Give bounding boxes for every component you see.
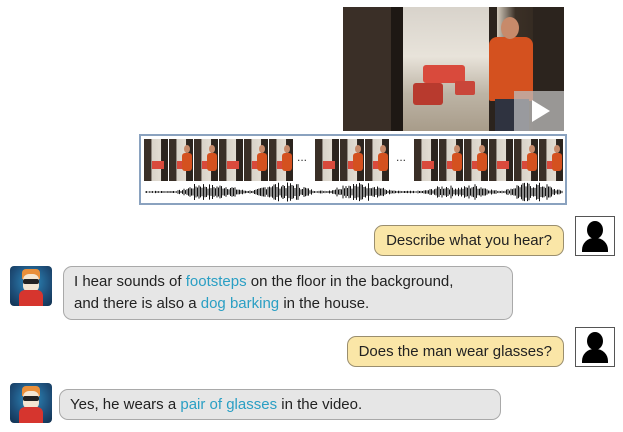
video-frame-thumbnail: [489, 139, 513, 181]
llama-avatar-icon: [10, 266, 52, 306]
frame-group-4: [414, 139, 488, 181]
highlighted-text: footsteps: [185, 273, 247, 290]
assistant-message-line: and there is also a dog barking in the h…: [74, 293, 502, 315]
message-text: in the house.: [279, 295, 370, 312]
video-frame-thumbnail: [269, 139, 293, 181]
highlighted-text: dog barking: [200, 295, 280, 312]
user-message-text: Does the man wear glasses?: [358, 343, 552, 360]
video-frame-thumbnail: [194, 139, 218, 181]
play-icon[interactable]: [514, 91, 564, 131]
scene-chair: [455, 81, 475, 95]
message-text: Yes, he wears a: [70, 396, 181, 413]
assistant-message-bubble: I hear sounds of footsteps on the floor …: [63, 266, 513, 320]
message-text: in the video.: [277, 396, 363, 413]
user-message-bubble: Does the man wear glasses?: [346, 336, 564, 367]
scene-chair: [413, 83, 443, 105]
message-text: on the floor in the background,: [246, 273, 454, 290]
video-frame-thumbnail: [539, 139, 563, 181]
video-frame-thumbnail: [244, 139, 268, 181]
user-message-bubble: Describe what you hear?: [374, 225, 564, 256]
assistant-message-line: I hear sounds of footsteps on the floor …: [74, 271, 502, 293]
assistant-message-bubble: Yes, he wears a pair of glasses in the v…: [59, 389, 501, 420]
video-frame-thumbnail: [169, 139, 193, 181]
frame-group-1: [144, 139, 218, 181]
video-frame-thumbnail: [464, 139, 488, 181]
video-frame-thumbnail: [144, 139, 168, 181]
user-icon: [575, 327, 615, 367]
frame-group-5: [489, 139, 563, 181]
frame-group-3: [315, 139, 389, 181]
llama-avatar-icon: [10, 383, 52, 423]
message-text: I hear sounds of: [74, 273, 186, 290]
highlighted-text: pair of glasses: [180, 396, 278, 413]
frames-ellipsis: ...: [297, 150, 308, 164]
scene-door-edge: [391, 7, 403, 131]
video-frame-thumbnail: [219, 139, 243, 181]
video-frame-thumbnail: [340, 139, 364, 181]
video-frame-thumbnail: [439, 139, 463, 181]
frame-group-2: [219, 139, 293, 181]
message-text: and there is also a: [74, 295, 201, 312]
video-frame-thumbnail: [365, 139, 389, 181]
frames-and-audio-strip: ... ...: [139, 134, 567, 205]
frames-ellipsis: ...: [396, 150, 407, 164]
user-icon: [575, 216, 615, 256]
video-frame-thumbnail: [315, 139, 339, 181]
scene-man-head: [501, 17, 519, 39]
video-frame-thumbnail: [514, 139, 538, 181]
audio-waveform: [145, 182, 563, 202]
scene-door: [343, 7, 391, 131]
video-frame-thumbnail: [414, 139, 438, 181]
user-message-text: Describe what you hear?: [386, 232, 552, 249]
